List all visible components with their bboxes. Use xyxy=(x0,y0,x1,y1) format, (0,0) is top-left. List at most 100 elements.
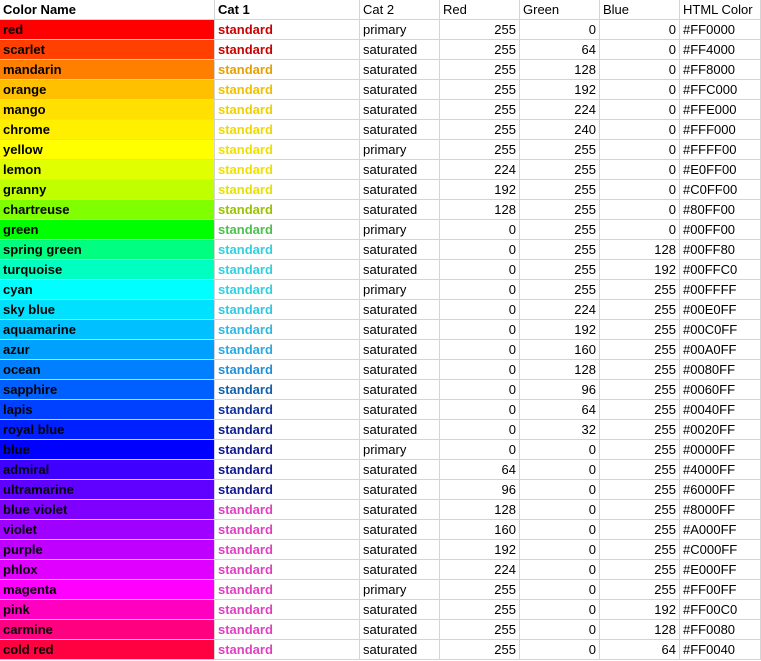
cell-blue[interactable]: 128 xyxy=(600,240,680,260)
cell-red[interactable]: 128 xyxy=(440,500,520,520)
cell-html-color[interactable]: #FF0080 xyxy=(680,620,761,640)
cell-html-color[interactable]: #C0FF00 xyxy=(680,180,761,200)
cell-red[interactable]: 0 xyxy=(440,320,520,340)
cell-blue[interactable]: 192 xyxy=(600,260,680,280)
cell-red[interactable]: 0 xyxy=(440,360,520,380)
cell-color-name[interactable]: green xyxy=(0,220,215,240)
cell-color-name[interactable]: granny xyxy=(0,180,215,200)
cell-html-color[interactable]: #0000FF xyxy=(680,440,761,460)
cell-cat2[interactable]: saturated xyxy=(360,600,440,620)
cell-blue[interactable]: 64 xyxy=(600,640,680,660)
cell-green[interactable]: 0 xyxy=(520,440,600,460)
cell-green[interactable]: 0 xyxy=(520,580,600,600)
cell-red[interactable]: 255 xyxy=(440,640,520,660)
cell-color-name[interactable]: azur xyxy=(0,340,215,360)
cell-green[interactable]: 0 xyxy=(520,460,600,480)
cell-color-name[interactable]: purple xyxy=(0,540,215,560)
cell-cat1[interactable]: standard xyxy=(215,460,360,480)
cell-green[interactable]: 0 xyxy=(520,620,600,640)
cell-red[interactable]: 255 xyxy=(440,600,520,620)
cell-html-color[interactable]: #C000FF xyxy=(680,540,761,560)
cell-color-name[interactable]: scarlet xyxy=(0,40,215,60)
cell-blue[interactable]: 255 xyxy=(600,340,680,360)
cell-cat1[interactable]: standard xyxy=(215,20,360,40)
cell-green[interactable]: 255 xyxy=(520,160,600,180)
cell-color-name[interactable]: royal blue xyxy=(0,420,215,440)
cell-red[interactable]: 255 xyxy=(440,20,520,40)
cell-green[interactable]: 0 xyxy=(520,520,600,540)
cell-green[interactable]: 224 xyxy=(520,300,600,320)
cell-cat2[interactable]: saturated xyxy=(360,540,440,560)
cell-cat2[interactable]: saturated xyxy=(360,40,440,60)
cell-html-color[interactable]: #8000FF xyxy=(680,500,761,520)
cell-color-name[interactable]: lemon xyxy=(0,160,215,180)
cell-html-color[interactable]: #00A0FF xyxy=(680,340,761,360)
cell-blue[interactable]: 192 xyxy=(600,600,680,620)
cell-cat1[interactable]: standard xyxy=(215,540,360,560)
cell-color-name[interactable]: carmine xyxy=(0,620,215,640)
cell-cat1[interactable]: standard xyxy=(215,240,360,260)
cell-color-name[interactable]: lapis xyxy=(0,400,215,420)
cell-color-name[interactable]: admiral xyxy=(0,460,215,480)
cell-blue[interactable]: 255 xyxy=(600,580,680,600)
cell-html-color[interactable]: #FF0040 xyxy=(680,640,761,660)
cell-red[interactable]: 255 xyxy=(440,80,520,100)
cell-blue[interactable]: 0 xyxy=(600,160,680,180)
cell-color-name[interactable]: yellow xyxy=(0,140,215,160)
cell-cat1[interactable]: standard xyxy=(215,120,360,140)
cell-green[interactable]: 255 xyxy=(520,140,600,160)
cell-red[interactable]: 0 xyxy=(440,260,520,280)
header-cat1[interactable]: Cat 1 xyxy=(215,0,360,20)
cell-cat2[interactable]: primary xyxy=(360,20,440,40)
cell-red[interactable]: 192 xyxy=(440,180,520,200)
cell-cat2[interactable]: primary xyxy=(360,140,440,160)
cell-cat1[interactable]: standard xyxy=(215,640,360,660)
cell-cat2[interactable]: saturated xyxy=(360,180,440,200)
cell-cat1[interactable]: standard xyxy=(215,80,360,100)
cell-cat1[interactable]: standard xyxy=(215,60,360,80)
cell-green[interactable]: 64 xyxy=(520,400,600,420)
cell-green[interactable]: 255 xyxy=(520,260,600,280)
cell-blue[interactable]: 0 xyxy=(600,20,680,40)
cell-color-name[interactable]: cold red xyxy=(0,640,215,660)
cell-blue[interactable]: 0 xyxy=(600,140,680,160)
cell-blue[interactable]: 255 xyxy=(600,420,680,440)
cell-color-name[interactable]: ocean xyxy=(0,360,215,380)
cell-blue[interactable]: 255 xyxy=(600,480,680,500)
cell-red[interactable]: 192 xyxy=(440,540,520,560)
cell-html-color[interactable]: #FF00FF xyxy=(680,580,761,600)
cell-html-color[interactable]: #0060FF xyxy=(680,380,761,400)
cell-color-name[interactable]: chrome xyxy=(0,120,215,140)
cell-cat2[interactable]: saturated xyxy=(360,160,440,180)
cell-cat2[interactable]: saturated xyxy=(360,60,440,80)
cell-color-name[interactable]: red xyxy=(0,20,215,40)
cell-red[interactable]: 255 xyxy=(440,60,520,80)
cell-cat2[interactable]: saturated xyxy=(360,200,440,220)
cell-html-color[interactable]: #00C0FF xyxy=(680,320,761,340)
cell-cat2[interactable]: saturated xyxy=(360,340,440,360)
cell-color-name[interactable]: spring green xyxy=(0,240,215,260)
cell-red[interactable]: 0 xyxy=(440,240,520,260)
cell-red[interactable]: 255 xyxy=(440,620,520,640)
cell-blue[interactable]: 255 xyxy=(600,520,680,540)
cell-color-name[interactable]: aquamarine xyxy=(0,320,215,340)
cell-blue[interactable]: 0 xyxy=(600,100,680,120)
cell-cat2[interactable]: saturated xyxy=(360,420,440,440)
cell-cat2[interactable]: saturated xyxy=(360,560,440,580)
header-html-color[interactable]: HTML Color xyxy=(680,0,761,20)
cell-cat2[interactable]: primary xyxy=(360,440,440,460)
cell-green[interactable]: 0 xyxy=(520,640,600,660)
cell-cat2[interactable]: saturated xyxy=(360,460,440,480)
cell-green[interactable]: 192 xyxy=(520,80,600,100)
cell-html-color[interactable]: #00FFC0 xyxy=(680,260,761,280)
cell-red[interactable]: 0 xyxy=(440,440,520,460)
cell-cat1[interactable]: standard xyxy=(215,260,360,280)
cell-cat1[interactable]: standard xyxy=(215,160,360,180)
cell-cat1[interactable]: standard xyxy=(215,220,360,240)
cell-html-color[interactable]: #FFE000 xyxy=(680,100,761,120)
cell-red[interactable]: 0 xyxy=(440,300,520,320)
cell-green[interactable]: 0 xyxy=(520,560,600,580)
cell-blue[interactable]: 0 xyxy=(600,200,680,220)
header-blue[interactable]: Blue xyxy=(600,0,680,20)
cell-html-color[interactable]: #E000FF xyxy=(680,560,761,580)
